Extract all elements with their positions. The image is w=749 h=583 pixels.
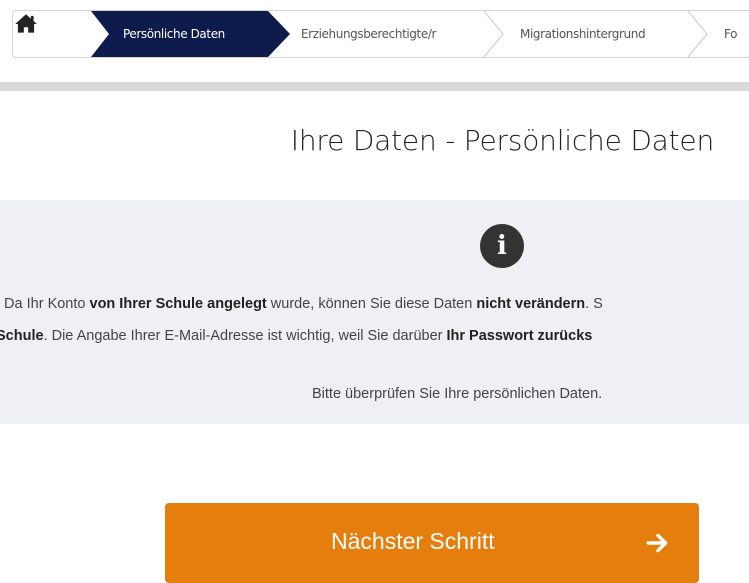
next-step-button[interactable]: Nächster Schritt [165,503,699,583]
step-label: Persönliche Daten [123,27,225,41]
step-migrationshintergrund[interactable]: Migrationshintergrund [503,11,688,57]
info-text-line-1: . Da Ihr Konto von Ihrer Schule angelegt… [0,296,603,312]
next-step-label: Nächster Schritt [331,528,495,554]
info-text-line-2: Schule. Die Angabe Ihrer E-Mail-Adresse … [0,328,593,344]
step-persoenliche-daten[interactable]: Persönliche Daten [93,11,288,57]
step-label: Fo [724,27,738,41]
info-icon: i [480,224,524,268]
step-separator [483,11,504,58]
arrow-right-icon [646,533,668,553]
progress-stepper: Persönliche Daten Erziehungsberechtigte/… [12,10,749,58]
home-icon[interactable] [13,11,39,37]
step-erziehungsberechtigte[interactable]: Erziehungsberechtigte/r [291,11,486,57]
page-title: Ihre Daten - Persönliche Daten [290,124,714,157]
divider [0,82,749,91]
step-label: Erziehungsberechtigte/r [301,27,436,41]
step-label: Migrationshintergrund [520,27,646,41]
step-separator [687,11,708,58]
info-text-line-3: Bitte überprüfen Sie Ihre persönlichen D… [312,386,603,402]
step-next-partial[interactable]: Fo [707,11,749,57]
